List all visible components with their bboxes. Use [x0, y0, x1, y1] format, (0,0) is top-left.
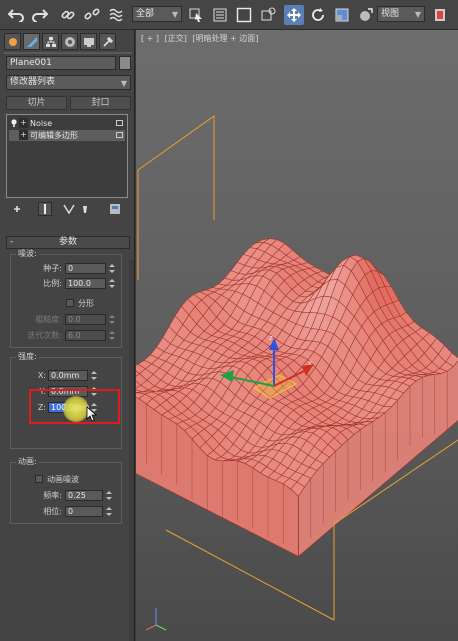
cap-button[interactable]: 封口: [70, 96, 131, 110]
fractal-checkbox[interactable]: [66, 299, 74, 307]
annotation-highlight-box: [29, 389, 120, 424]
lightbulb-icon[interactable]: [11, 119, 17, 127]
scale-field[interactable]: 100.0: [65, 278, 106, 289]
reference-coord-dropdown[interactable]: 视图 ▼: [377, 6, 425, 22]
roughness-spinner[interactable]: [108, 314, 115, 325]
configure-modifier-sets-icon[interactable]: [108, 202, 122, 216]
select-by-name-icon[interactable]: [210, 5, 230, 25]
tab-divider: [4, 52, 132, 54]
pin-stack-icon[interactable]: [10, 202, 24, 216]
mesh-surface: [136, 238, 458, 557]
unlink-icon[interactable]: [82, 5, 102, 25]
expand-icon[interactable]: +: [19, 118, 28, 128]
remove-modifier-icon[interactable]: [78, 202, 92, 216]
stack-toolbar: [6, 202, 131, 218]
make-unique-icon[interactable]: [62, 202, 76, 216]
slice-cap-buttons: 切片 封口: [6, 96, 131, 110]
roughness-field[interactable]: 0.0: [65, 314, 106, 325]
main-toolbar: 全部 ▼ 视图 ▼: [0, 0, 458, 30]
slice-button[interactable]: 切片: [6, 96, 67, 110]
strength-x-spinner[interactable]: [90, 370, 97, 381]
bounding-box: [137, 115, 215, 280]
strength-x-field[interactable]: 0.0mm: [48, 370, 88, 381]
seed-field[interactable]: 0: [65, 263, 106, 274]
select-rotate-icon[interactable]: [308, 5, 328, 25]
instance-icon: [116, 120, 123, 126]
stack-item-noise[interactable]: + Noise: [9, 118, 125, 129]
stack-item-editable-poly[interactable]: + 可编辑多边形: [9, 130, 125, 141]
create-tab-icon[interactable]: [4, 33, 21, 50]
mouse-cursor-icon: [86, 406, 98, 422]
motion-tab-icon[interactable]: [61, 33, 78, 50]
world-axis-tripod: [145, 608, 167, 631]
hierarchy-tab-icon[interactable]: [42, 33, 59, 50]
panel-scrollbar[interactable]: [129, 260, 134, 641]
frequency-spinner[interactable]: [105, 490, 112, 501]
selection-filter-dropdown[interactable]: 全部 ▼: [132, 6, 182, 22]
iterations-spinner[interactable]: [108, 330, 115, 341]
svg-text:z: z: [269, 334, 273, 342]
phase-spinner[interactable]: [105, 506, 112, 517]
instance-icon: [116, 132, 123, 138]
link-icon[interactable]: [58, 5, 78, 25]
select-place-icon[interactable]: [356, 5, 376, 25]
pivot-center-icon[interactable]: [430, 5, 450, 25]
frequency-field[interactable]: 0.25: [65, 490, 103, 501]
command-panel: Plane001 修改器列表 ▼ 切片 封口 + Noise + 可编辑多边形 -…: [0, 30, 135, 641]
rect-selection-icon[interactable]: [234, 5, 254, 25]
undo-icon[interactable]: [6, 5, 26, 25]
object-color-swatch[interactable]: [119, 56, 131, 70]
bind-spacewarp-icon[interactable]: [106, 5, 126, 25]
iterations-field[interactable]: 6.0: [65, 330, 106, 341]
scale-spinner[interactable]: [108, 278, 115, 289]
display-tab-icon[interactable]: [80, 33, 97, 50]
viewport-perspective[interactable]: [ + ] [正交] [明暗处理 + 边面] z x: [136, 30, 458, 641]
noise-plane-mesh[interactable]: z x: [136, 30, 458, 641]
seed-spinner[interactable]: [108, 263, 115, 274]
redo-icon[interactable]: [30, 5, 50, 25]
show-end-result-icon[interactable]: [38, 202, 52, 216]
utilities-tab-icon[interactable]: [99, 33, 116, 50]
select-move-icon[interactable]: [284, 5, 304, 25]
parameters-rollout-header[interactable]: - 参数: [6, 236, 130, 249]
modifier-stack: + Noise + 可编辑多边形: [6, 114, 128, 198]
window-crossing-icon[interactable]: [258, 5, 278, 25]
select-scale-icon[interactable]: [332, 5, 352, 25]
modifier-list-dropdown[interactable]: 修改器列表 ▼: [6, 75, 131, 90]
phase-field[interactable]: 0: [65, 506, 103, 517]
expand-icon[interactable]: +: [19, 130, 28, 140]
select-object-icon[interactable]: [186, 5, 206, 25]
animate-noise-checkbox[interactable]: [35, 475, 43, 483]
object-name-field[interactable]: Plane001: [6, 56, 116, 70]
modify-tab-icon[interactable]: [23, 33, 40, 50]
command-panel-tabs: [4, 33, 132, 51]
svg-text:x: x: [308, 359, 312, 367]
